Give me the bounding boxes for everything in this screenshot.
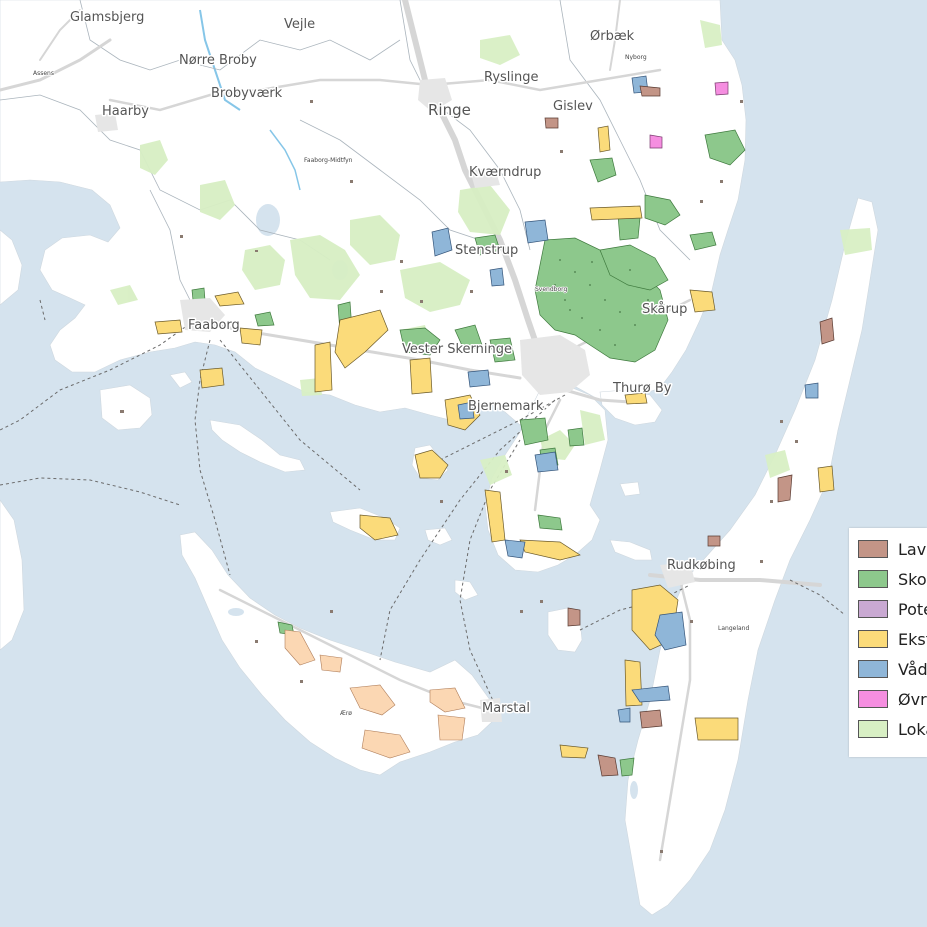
label-nyborg-small: Nyborg [625,54,647,61]
legend-swatch [858,540,888,558]
label-brobyvaerk: Brobyværk [211,86,283,101]
label-kvaerndrup: Kværndrup [469,165,541,180]
label-haarby: Haarby [102,104,149,119]
legend-swatch [858,720,888,738]
legend-label: Ekstensiv [898,629,927,649]
legend-swatch [858,570,888,588]
legend-item-vaadomraade[interactable]: Vådområde [858,658,927,680]
legend-label: Øvrige [898,689,927,709]
label-stenstrup: Stenstrup [455,243,518,258]
label-vester-skerninge: Vester Skerninge [402,342,512,357]
label-svendborg-small: Svendborg [535,286,568,293]
label-thuro-by: Thurø By [612,381,672,396]
label-norre-broby: Nørre Broby [179,53,257,68]
label-faaborg: Faaborg [188,318,240,333]
label-marstal: Marstal [482,701,530,716]
label-orbaek: Ørbæk [590,29,635,44]
legend-label: Lokalplan [898,719,927,739]
legend-swatch [858,600,888,618]
label-vejle: Vejle [284,17,315,32]
label-gislev: Gislev [553,99,593,114]
legend-swatch [858,690,888,708]
label-bjernemark: Bjernemark [468,399,544,414]
map-legend: Lavbund Skov Potentiel Ekstensiv Vådområ… [849,528,927,757]
label-ryslinge: Ryslinge [484,70,539,85]
legend-item-lokalplan[interactable]: Lokalplan [858,718,927,740]
label-ringe: Ringe [428,101,471,119]
label-aero-small: Ærø [340,710,352,717]
legend-label: Potentiel [898,599,927,619]
legend-item-ekstensiv[interactable]: Ekstensiv [858,628,927,650]
lake [228,608,244,616]
label-assens-small: Assens [33,70,54,77]
label-glamsbjerg: Glamsbjerg [70,10,144,25]
legend-label: Lavbund [898,539,927,559]
legend-label: Skov [898,569,927,589]
lake [256,204,280,236]
legend-label: Vådområde [898,659,927,679]
legend-item-potentiel[interactable]: Potentiel [858,598,927,620]
label-skaarup: Skårup [642,302,687,317]
legend-item-oevrige[interactable]: Øvrige [858,688,927,710]
legend-item-skov[interactable]: Skov [858,568,927,590]
legend-item-lavbund[interactable]: Lavbund [858,538,927,560]
label-faaborg-midtfyn-small: Faaborg-Midtfyn [304,157,353,164]
legend-swatch [858,630,888,648]
lake [630,781,638,799]
label-rudkobing: Rudkøbing [667,558,736,573]
legend-swatch [858,660,888,678]
label-langeland-small: Langeland [718,625,749,632]
map-canvas[interactable]: Glamsbjerg Vejle Ørbæk Nørre Broby Rysli… [0,0,927,927]
